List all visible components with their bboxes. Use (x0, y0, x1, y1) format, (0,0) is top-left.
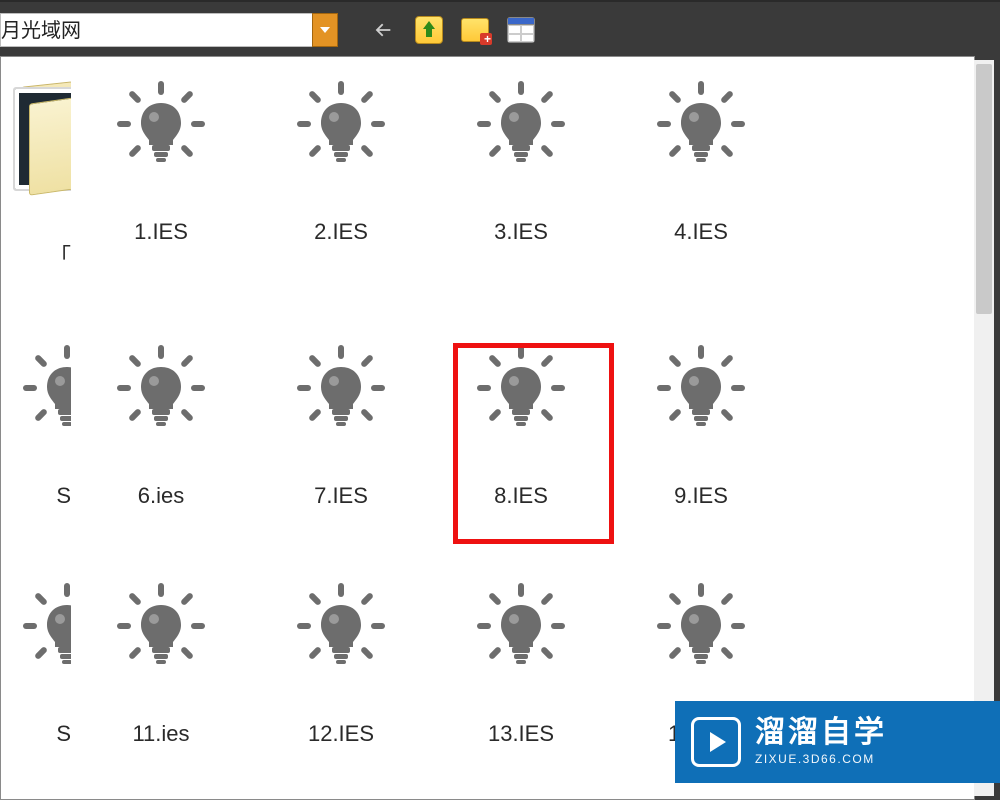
chevron-down-icon (320, 27, 330, 33)
watermark-subtitle: ZIXUE.3D66.COM (755, 752, 887, 766)
light-icon (471, 341, 571, 441)
up-folder-button[interactable] (414, 15, 444, 45)
file-label: 「 (49, 239, 71, 271)
folder-icon (11, 77, 71, 197)
file-label: 7.IES (314, 483, 368, 509)
file-label: S (56, 483, 71, 509)
file-pane: 「 1.IES 2.IES 3.IES 4.IES S (0, 56, 975, 800)
watermark-logo (691, 717, 741, 767)
scrollbar-thumb[interactable] (976, 64, 992, 314)
view-mode-button[interactable] (506, 15, 536, 45)
address-bar: 月光域网 (0, 13, 338, 47)
light-icon (471, 579, 571, 679)
address-dropdown-button[interactable] (312, 13, 338, 47)
back-arrow-icon (372, 19, 394, 41)
play-icon (710, 732, 726, 752)
watermark-title: 溜溜自学 (755, 718, 887, 748)
file-item[interactable]: 12.IES (251, 569, 431, 747)
file-item-partial[interactable]: S (1, 569, 71, 747)
file-label: 4.IES (674, 219, 728, 245)
light-icon (651, 341, 751, 441)
file-item-partial[interactable]: S (1, 331, 71, 509)
back-button[interactable] (368, 15, 398, 45)
light-icon (111, 341, 211, 441)
file-label: 3.IES (494, 219, 548, 245)
address-input[interactable]: 月光域网 (0, 13, 312, 47)
file-label: 13.IES (488, 721, 554, 747)
file-item-partial[interactable]: 「 (1, 67, 71, 271)
toolbar-buttons (368, 15, 536, 45)
file-item[interactable]: 3.IES (431, 67, 611, 271)
file-item[interactable]: 7.IES (251, 331, 431, 509)
file-label: 2.IES (314, 219, 368, 245)
new-folder-icon (461, 18, 489, 42)
light-icon (651, 579, 751, 679)
light-icon (111, 579, 211, 679)
main-area: 「 1.IES 2.IES 3.IES 4.IES S (0, 56, 1000, 800)
light-icon (111, 77, 211, 177)
light-icon (471, 77, 571, 177)
file-label: S (56, 721, 71, 747)
light-icon (17, 341, 71, 441)
file-item[interactable]: 1.IES (71, 67, 251, 271)
file-item[interactable]: 2.IES (251, 67, 431, 271)
file-item[interactable]: 13.IES (431, 569, 611, 747)
file-label: 9.IES (674, 483, 728, 509)
light-icon (291, 77, 391, 177)
light-icon (291, 341, 391, 441)
file-item[interactable]: 6.ies (71, 331, 251, 509)
watermark-text: 溜溜自学 ZIXUE.3D66.COM (755, 718, 887, 766)
file-label: 11.ies (132, 721, 189, 747)
light-icon (651, 77, 751, 177)
file-item-8[interactable]: 8.IES (431, 331, 611, 509)
file-item[interactable]: 9.IES (611, 331, 791, 509)
view-mode-icon (507, 17, 535, 43)
file-label: 8.IES (494, 483, 548, 509)
new-folder-button[interactable] (460, 15, 490, 45)
file-label: 1.IES (134, 219, 188, 245)
file-grid: 「 1.IES 2.IES 3.IES 4.IES S (1, 67, 974, 747)
file-label: 12.IES (308, 721, 374, 747)
light-icon (17, 579, 71, 679)
toolbar: 月光域网 (0, 0, 1000, 60)
file-item[interactable]: 11.ies (71, 569, 251, 747)
vertical-scrollbar[interactable] (974, 60, 994, 796)
light-icon (291, 579, 391, 679)
file-label: 6.ies (138, 483, 184, 509)
folder-up-icon (415, 16, 443, 44)
watermark: 溜溜自学 ZIXUE.3D66.COM (675, 701, 1000, 783)
file-item[interactable]: 4.IES (611, 67, 791, 271)
